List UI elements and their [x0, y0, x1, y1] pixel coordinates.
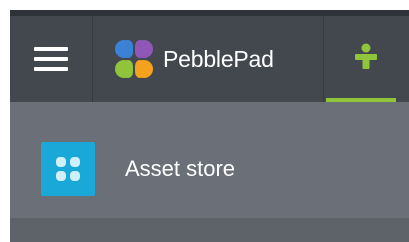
app-window: PebblePad Asset store	[10, 10, 409, 242]
asset-store-section[interactable]: Asset store	[10, 102, 409, 218]
main-menu-button[interactable]	[10, 16, 92, 102]
hamburger-menu-icon	[34, 47, 68, 71]
brand-home-link[interactable]: PebblePad	[93, 16, 323, 102]
brand-name: PebblePad	[163, 45, 274, 72]
screenshot-frame: PebblePad Asset store	[0, 0, 409, 242]
section-title: Asset store	[125, 156, 236, 181]
person-pin-icon	[355, 43, 377, 69]
section-footer-band	[10, 218, 409, 242]
tab-profile-pin[interactable]	[324, 16, 409, 102]
pebblepad-logo-icon	[115, 40, 153, 78]
asset-store-tile	[41, 142, 95, 196]
asset-store-grid-icon	[56, 157, 80, 181]
top-navigation-bar: PebblePad	[10, 10, 409, 102]
